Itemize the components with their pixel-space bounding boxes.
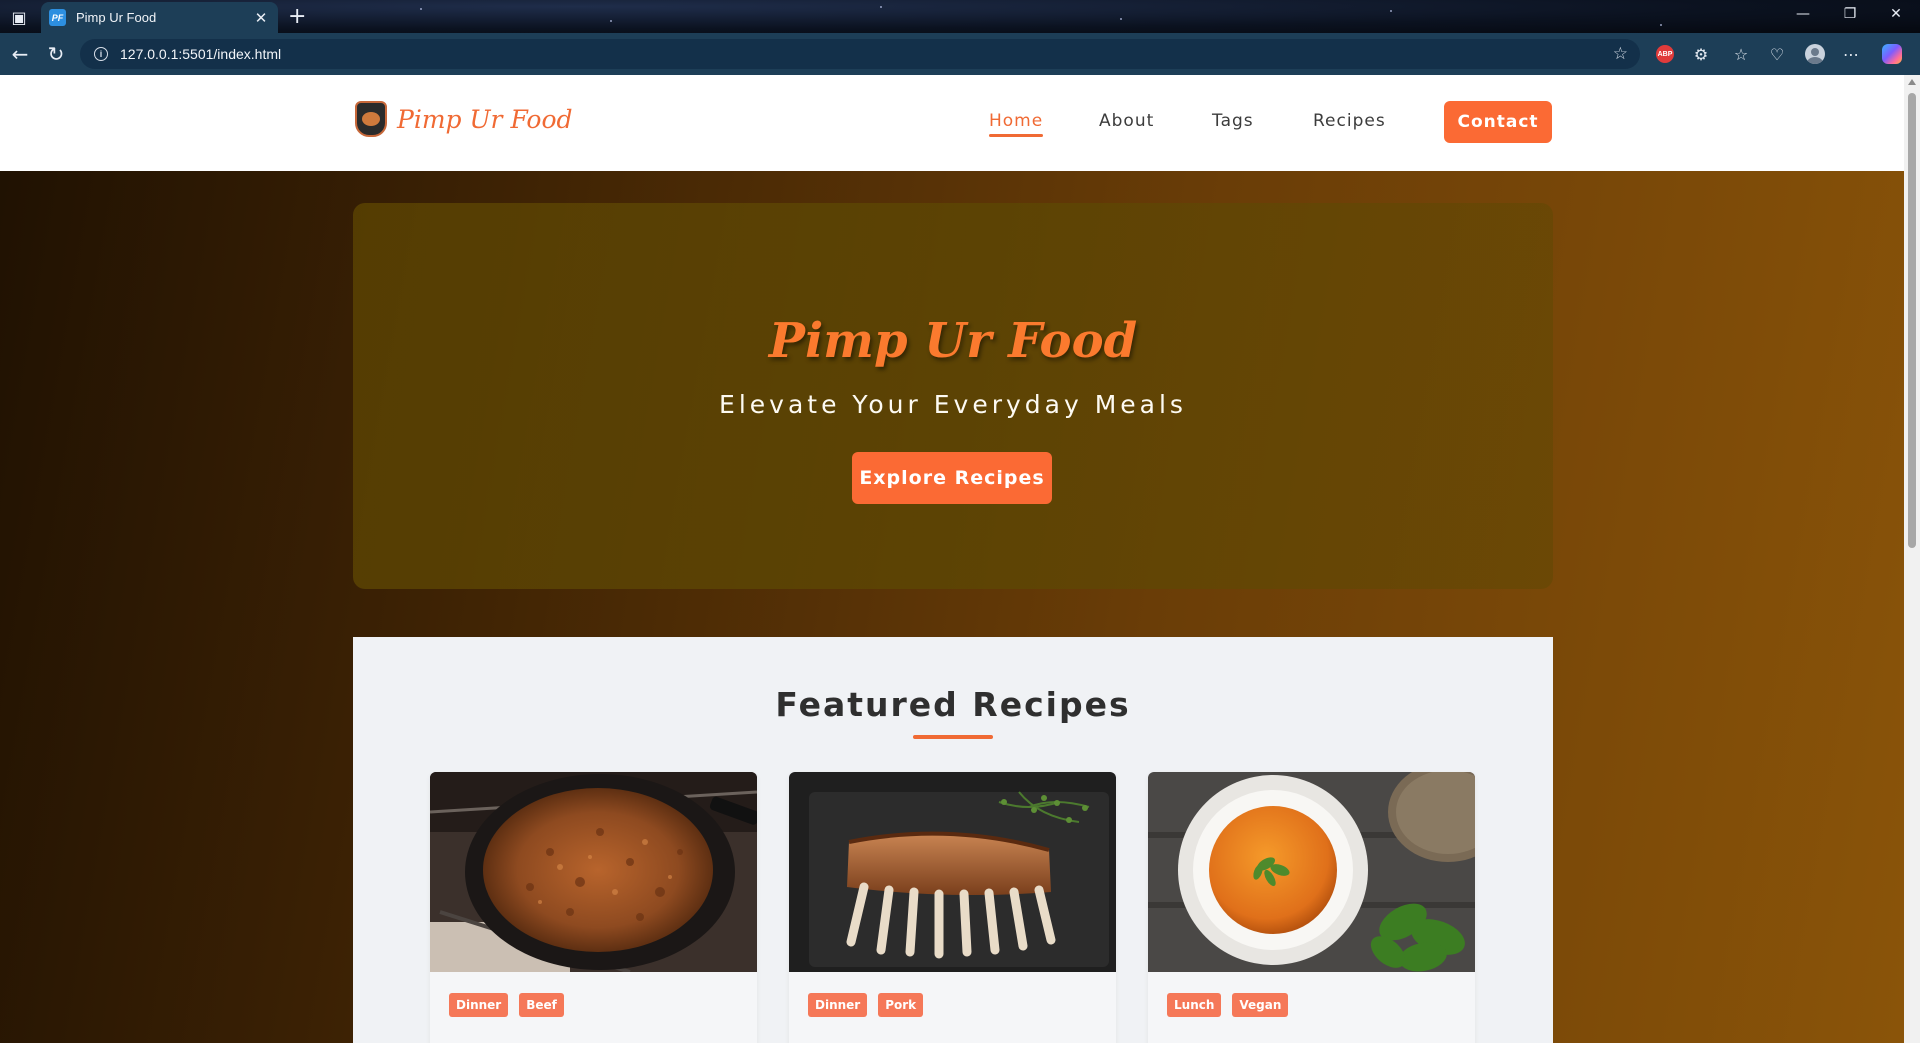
site-logo[interactable]: Pimp Ur Food: [355, 101, 573, 137]
adblock-plus-icon[interactable]: ABP: [1654, 43, 1676, 65]
featured-title-underline: [913, 735, 993, 739]
hero-title: Pimp Ur Food: [768, 313, 1138, 369]
featured-title: Featured Recipes: [775, 685, 1131, 724]
site-info-icon[interactable]: i: [94, 47, 108, 61]
logo-text: Pimp Ur Food: [397, 104, 573, 134]
scrollbar-thumb[interactable]: [1908, 93, 1916, 548]
background-star: [880, 6, 882, 8]
contact-button[interactable]: Contact: [1444, 101, 1552, 143]
featured-recipes-section: Featured Recipes Dinner Beef Dinner Pork…: [353, 637, 1553, 1043]
recipe-card[interactable]: Dinner Pork: [789, 772, 1116, 1043]
background-star: [1120, 18, 1122, 20]
favorite-star-icon[interactable]: ☆: [1613, 44, 1628, 64]
tag-badge[interactable]: Vegan: [1232, 993, 1289, 1017]
browser-tab[interactable]: PF Pimp Ur Food ✕: [41, 2, 278, 33]
tab-close-icon[interactable]: ✕: [252, 9, 270, 27]
more-options-icon[interactable]: ⋯: [1840, 43, 1862, 65]
profile-avatar-icon[interactable]: [1804, 43, 1826, 65]
recipe-tags: Lunch Vegan: [1167, 993, 1289, 1017]
tab-actions-icon[interactable]: ▣: [8, 6, 30, 28]
recipe-image-pan[interactable]: [430, 772, 757, 972]
background-star: [610, 20, 612, 22]
background-star: [420, 8, 422, 10]
nav-active-underline: [989, 134, 1043, 137]
recipe-image-soup[interactable]: [1148, 772, 1475, 972]
restore-icon[interactable]: ❐: [1840, 6, 1860, 22]
reload-icon[interactable]: ↻: [44, 42, 68, 66]
nav-home[interactable]: Home: [989, 111, 1043, 131]
page-viewport: Pimp Ur Food Home About Tags Recipes Con…: [0, 75, 1904, 1043]
scroll-up-icon[interactable]: [1908, 79, 1916, 85]
hero-banner: Pimp Ur Food Elevate Your Everyday Meals…: [353, 203, 1553, 589]
tag-badge[interactable]: Pork: [878, 993, 924, 1017]
recipe-image-ribs[interactable]: [789, 772, 1116, 972]
recipe-tags: Dinner Pork: [808, 993, 924, 1017]
back-icon[interactable]: ←: [8, 42, 32, 66]
minimize-icon[interactable]: —: [1793, 6, 1813, 22]
recipe-card[interactable]: Lunch Vegan: [1148, 772, 1475, 1043]
favorites-icon[interactable]: ☆: [1730, 43, 1752, 65]
browser-toolbar: ← ↻ i 127.0.0.1:5501/index.html ☆ ABP ⚙ …: [0, 33, 1920, 75]
tag-badge[interactable]: Dinner: [808, 993, 868, 1017]
close-window-icon[interactable]: ✕: [1886, 6, 1906, 22]
extensions-icon[interactable]: ⚙: [1690, 43, 1712, 65]
recipe-card[interactable]: Dinner Beef: [430, 772, 757, 1043]
new-tab-icon[interactable]: +: [288, 4, 306, 29]
explore-recipes-button[interactable]: Explore Recipes: [852, 452, 1052, 504]
nav-about[interactable]: About: [1099, 111, 1154, 131]
browser-essentials-icon[interactable]: ♡: [1766, 43, 1788, 65]
address-bar[interactable]: i 127.0.0.1:5501/index.html ☆: [80, 39, 1640, 69]
site-favicon-icon: PF: [49, 9, 66, 26]
tab-title: Pimp Ur Food: [76, 10, 157, 25]
background-star: [1390, 10, 1392, 12]
background-star: [1660, 24, 1662, 26]
nav-tags[interactable]: Tags: [1212, 111, 1254, 131]
page-scrollbar[interactable]: [1904, 75, 1920, 1043]
url-text[interactable]: 127.0.0.1:5501/index.html: [120, 46, 281, 62]
tag-badge[interactable]: Beef: [519, 993, 564, 1017]
tag-badge[interactable]: Lunch: [1167, 993, 1222, 1017]
recipe-tags: Dinner Beef: [449, 993, 564, 1017]
site-header: Pimp Ur Food Home About Tags Recipes Con…: [0, 75, 1904, 171]
browser-titlebar: ▣ PF Pimp Ur Food ✕ + — ❐ ✕: [0, 0, 1920, 33]
logo-badge-icon: [355, 101, 387, 137]
tag-badge[interactable]: Dinner: [449, 993, 509, 1017]
hero-subtitle: Elevate Your Everyday Meals: [719, 390, 1187, 419]
adblock-plus-label: ABP: [1656, 45, 1674, 63]
copilot-icon[interactable]: [1881, 43, 1903, 65]
nav-recipes[interactable]: Recipes: [1313, 111, 1386, 131]
